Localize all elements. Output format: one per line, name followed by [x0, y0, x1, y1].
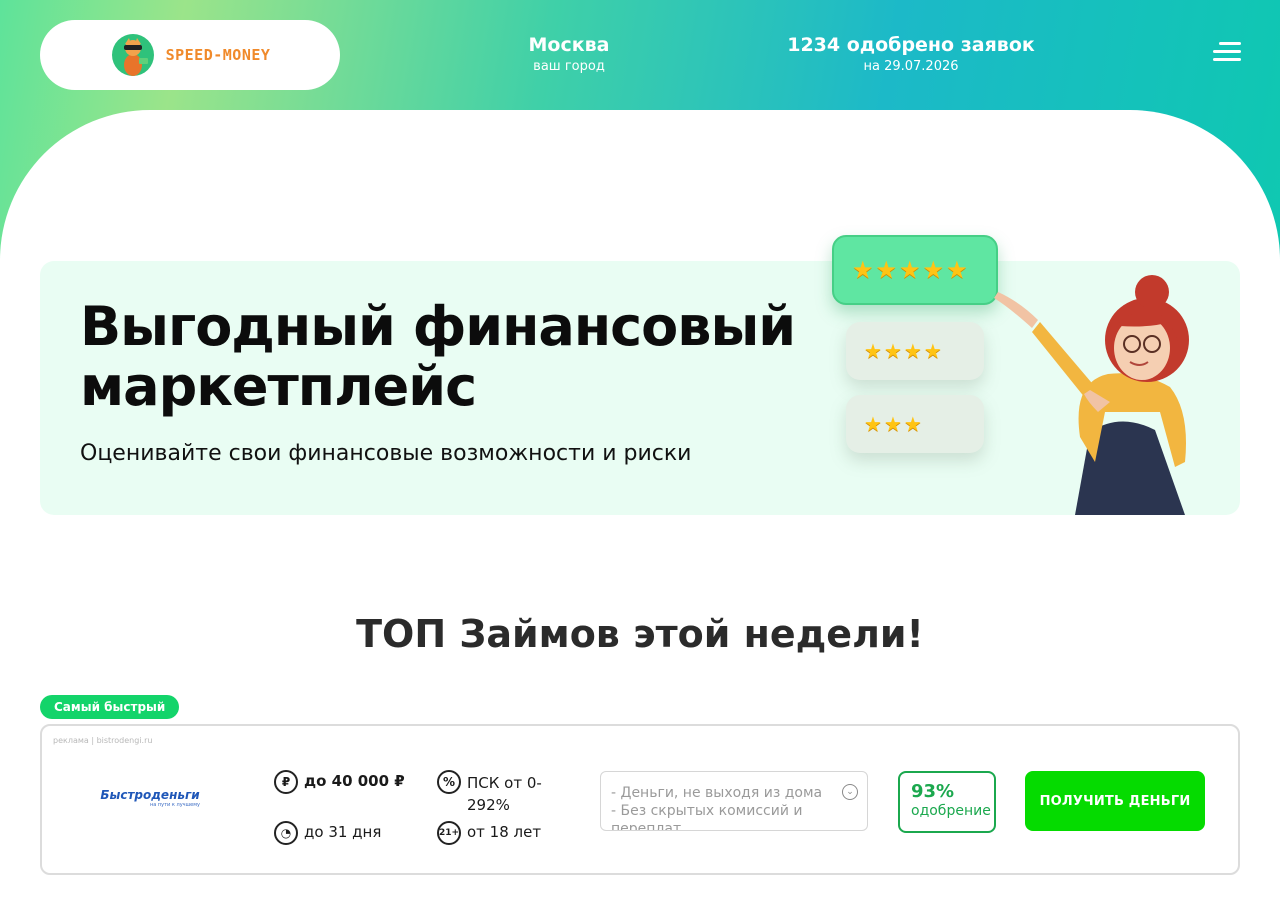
city-caption: ваш город: [533, 59, 605, 74]
mascot-icon: [111, 34, 154, 76]
offer-psk: % ПСК от 0-292%: [437, 770, 557, 816]
rating-card-3-stars: ★ ★ ★: [846, 395, 984, 453]
star-icon: ★: [923, 339, 942, 363]
star-icon: ★: [922, 256, 945, 284]
star-icon: ★: [864, 339, 882, 363]
star-icon: ★: [903, 339, 922, 363]
psk-value: ПСК от 0-292%: [467, 774, 542, 814]
star-icon: ★: [903, 412, 922, 436]
approvals-count: 1234 одобрено заявок: [787, 34, 1035, 56]
star-icon: ★: [864, 412, 882, 436]
star-icon: ★: [946, 256, 968, 284]
girl-illustration: [994, 275, 1189, 515]
approvals-counter: 1234 одобрено заявок на 29.07.2026: [773, 34, 1049, 74]
city-name: Москва: [528, 34, 610, 56]
city-selector[interactable]: Москва ваш город: [500, 34, 638, 74]
banner-subtitle: Оценивайте свои финансовые возможности и…: [80, 441, 692, 466]
amount-value: до 40 000 ₽: [304, 772, 405, 790]
ruble-icon: ₽: [274, 770, 298, 794]
approval-percent: 93%: [911, 781, 955, 802]
get-money-button[interactable]: ПОЛУЧИТЬ ДЕНЬГИ: [1025, 771, 1205, 831]
age-21-icon: 21+: [437, 821, 461, 845]
site-header: SPEED-MONEY Москва ваш город 1234 одобре…: [0, 0, 1280, 110]
star-icon: ★: [899, 256, 921, 284]
section-title: ТОП Займов этой недели!: [356, 612, 924, 656]
offer-term: ◔ до 31 дня: [274, 821, 382, 845]
lender-tagline: на пути к лучшему: [149, 802, 200, 808]
approval-label: одобрение: [911, 803, 991, 819]
logo-text: SPEED-MONEY: [165, 46, 271, 64]
approval-rate: 93% одобрение: [898, 771, 996, 833]
rating-card-5-stars: ★ ★ ★ ★ ★: [832, 235, 998, 305]
features-text: - Деньги, не выходя из дома - Без скрыты…: [611, 785, 823, 831]
offer-amount: ₽ до 40 000 ₽: [274, 770, 405, 794]
ad-label: реклама | bistrodengi.ru: [53, 736, 153, 745]
lender-name: Быстроденьги: [100, 788, 200, 802]
star-icon: ★: [883, 339, 902, 363]
age-value: от 18 лет: [467, 823, 542, 841]
star-icon: ★: [883, 412, 902, 436]
logo-link[interactable]: SPEED-MONEY: [40, 20, 340, 90]
approvals-date: на 29.07.2026: [863, 59, 959, 74]
clock-icon: ◔: [274, 821, 298, 845]
chevron-down-icon[interactable]: ⌄: [842, 784, 858, 800]
star-icon: ★: [852, 256, 874, 284]
hamburger-icon[interactable]: [1211, 42, 1241, 64]
percent-icon: %: [437, 770, 461, 794]
offer-age: 21+ от 18 лет: [437, 821, 542, 845]
star-icon: ★: [875, 256, 898, 284]
lender-logo[interactable]: Быстроденьги на пути к лучшему: [100, 788, 200, 808]
rating-card-4-stars: ★ ★ ★ ★: [846, 322, 984, 380]
loan-offer-card: реклама | bistrodengi.ru Быстроденьги на…: [40, 724, 1240, 875]
features-dropdown[interactable]: - Деньги, не выходя из дома - Без скрыты…: [600, 771, 868, 831]
offer-badge: Самый быстрый: [40, 695, 180, 719]
term-value: до 31 дня: [304, 823, 382, 841]
banner-title: Выгодный финансовый маркетплейс: [80, 295, 796, 418]
